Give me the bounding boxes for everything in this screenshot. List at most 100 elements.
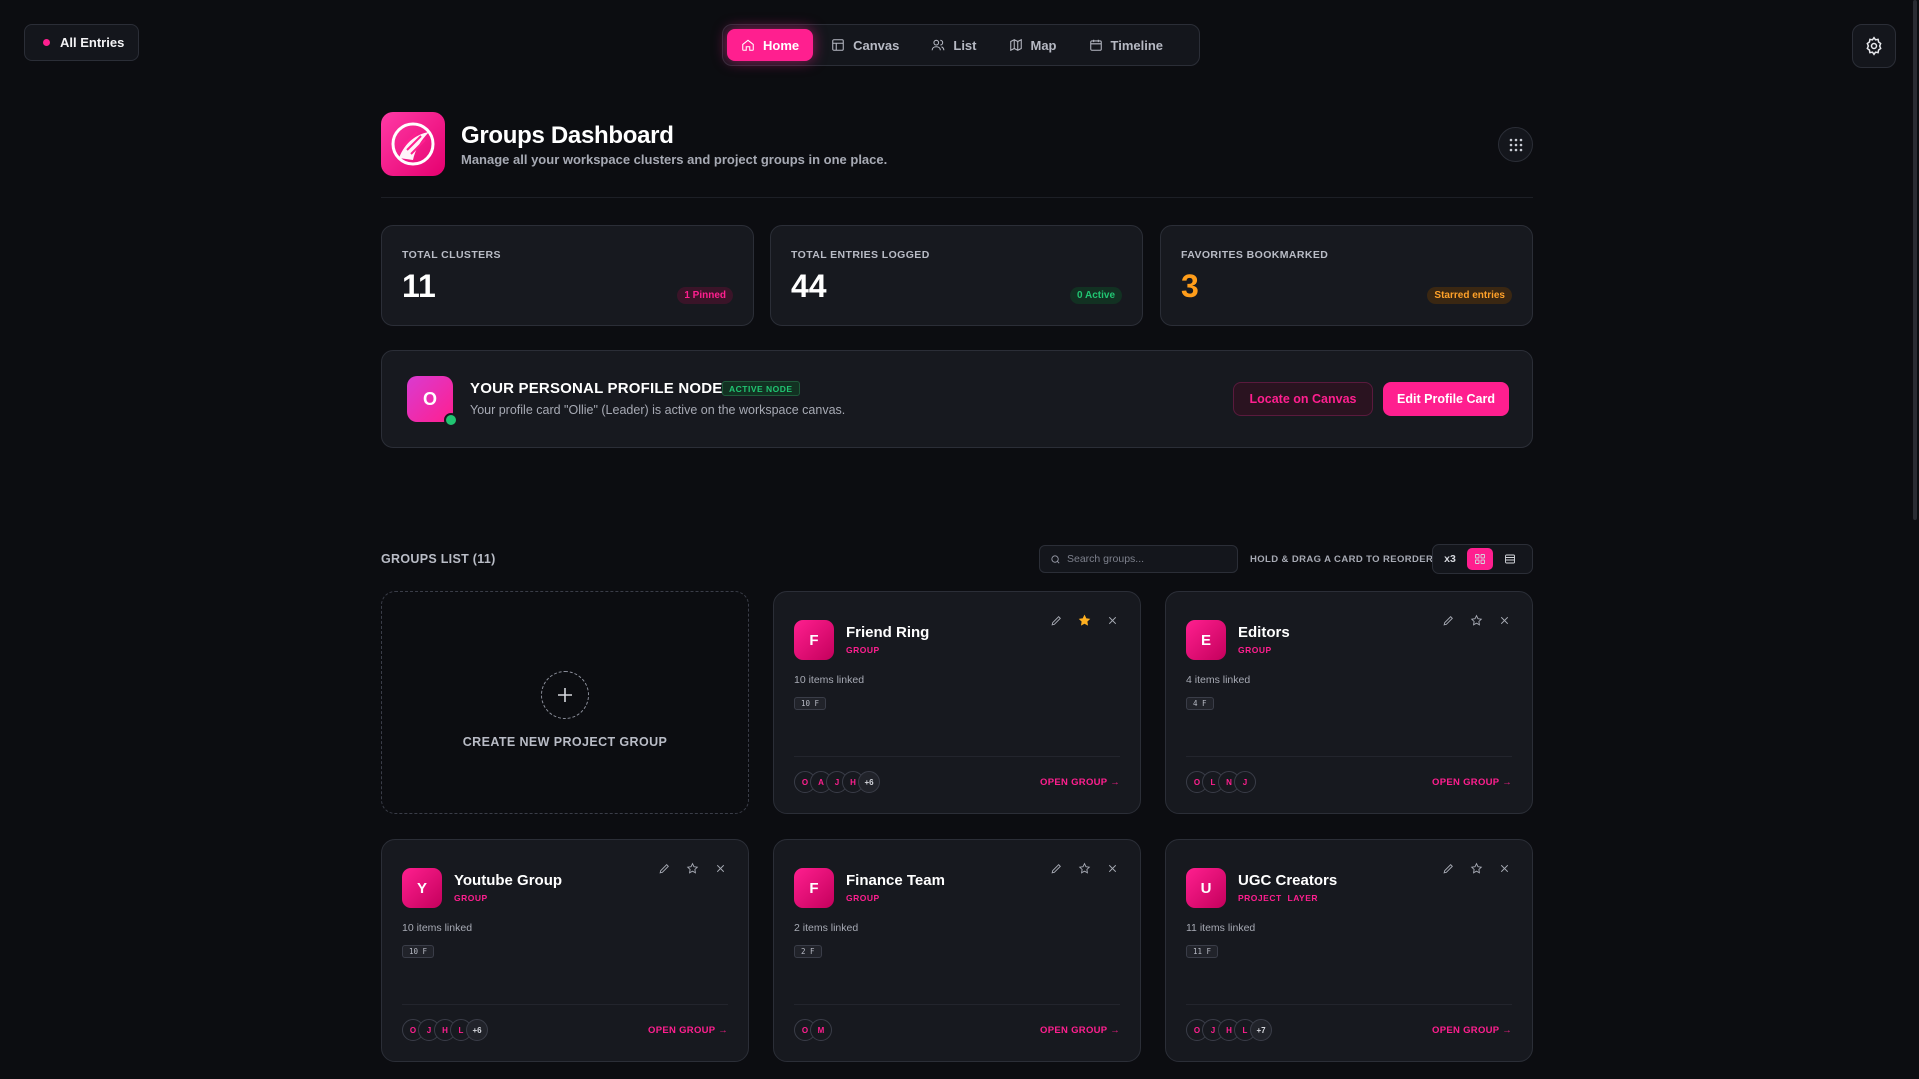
canvas-icon — [832, 39, 844, 51]
edit-button[interactable] — [1440, 860, 1456, 876]
settings-button[interactable] — [1852, 24, 1896, 68]
delete-button[interactable] — [1104, 612, 1120, 628]
group-name: Friend Ring — [846, 624, 930, 641]
card-actions — [1440, 860, 1512, 876]
group-card-finance-team[interactable]: F Finance Team GROUP 2 items linked 2 F … — [773, 839, 1141, 1062]
group-card-friend-ring[interactable]: F Friend Ring GROUP 10 items linked 10 F… — [773, 591, 1141, 814]
stat-badge: 0 Active — [1070, 287, 1122, 304]
open-group-link[interactable]: OPEN GROUP → — [1040, 777, 1120, 788]
tab-timeline-label: Timeline — [1110, 37, 1164, 53]
list-view-button[interactable] — [1497, 548, 1523, 570]
app-logo — [381, 112, 445, 176]
group-type: GROUP — [846, 645, 880, 655]
main-nav: Home Canvas List Map Timeline — [722, 24, 1200, 66]
grid-view-button[interactable] — [1467, 548, 1493, 570]
apps-grid-button[interactable] — [1498, 127, 1533, 162]
open-group-link[interactable]: OPEN GROUP → — [1040, 1025, 1120, 1036]
close-icon — [716, 864, 724, 872]
delete-button[interactable] — [1104, 860, 1120, 876]
tab-canvas[interactable]: Canvas — [817, 29, 913, 61]
favorite-button[interactable] — [1468, 612, 1484, 628]
member-avatars: O M — [794, 1019, 832, 1041]
open-group-link[interactable]: OPEN GROUP → — [648, 1025, 728, 1036]
edit-button[interactable] — [1048, 860, 1064, 876]
member-avatar-more: +7 — [1250, 1019, 1272, 1041]
delete-button[interactable] — [1496, 612, 1512, 628]
map-icon — [1009, 38, 1022, 52]
grid-icon — [1475, 554, 1485, 564]
calendar-icon — [1089, 39, 1102, 51]
logo-icon — [391, 122, 435, 166]
edit-button[interactable] — [1440, 612, 1456, 628]
tab-timeline[interactable]: Timeline — [1075, 29, 1178, 61]
group-card-editors[interactable]: E Editors GROUP 4 items linked 4 F O L N… — [1165, 591, 1533, 814]
card-actions — [1440, 612, 1512, 628]
users-icon — [932, 39, 945, 51]
locate-on-canvas-button[interactable]: Locate on Canvas — [1233, 382, 1373, 416]
all-entries-button[interactable]: All Entries — [24, 24, 139, 61]
page-header: Groups Dashboard Manage all your workspa… — [381, 112, 1533, 198]
stat-label: TOTAL CLUSTERS — [402, 249, 501, 261]
group-card-youtube-group[interactable]: Y Youtube Group GROUP 10 items linked 10… — [381, 839, 749, 1062]
active-node-badge: ACTIVE NODE — [722, 381, 800, 396]
stat-card-clusters: TOTAL CLUSTERS 11 1 Pinned — [381, 225, 754, 326]
edit-button[interactable] — [1048, 612, 1064, 628]
tab-home-label: Home — [763, 37, 800, 53]
close-icon — [1500, 616, 1508, 624]
member-avatar-more: +6 — [466, 1019, 488, 1041]
group-card-ugc-creators[interactable]: U UGC Creators PROJECT LAYER 11 items li… — [1165, 839, 1533, 1062]
member-avatars: O J H L +6 — [402, 1019, 488, 1041]
group-type: PROJECT LAYER — [1238, 893, 1319, 903]
star-icon — [1078, 862, 1090, 874]
item-tag: 4 F — [1186, 697, 1214, 710]
member-avatar: M — [810, 1019, 832, 1041]
create-group-card[interactable]: CREATE NEW PROJECT GROUP — [381, 591, 749, 814]
favorite-button[interactable] — [1076, 860, 1092, 876]
page-scrollbar[interactable] — [1913, 0, 1917, 520]
stat-label: TOTAL ENTRIES LOGGED — [791, 249, 930, 261]
page-title: Groups Dashboard — [461, 122, 674, 149]
create-group-label: CREATE NEW PROJECT GROUP — [462, 734, 668, 749]
favorite-button[interactable] — [1468, 860, 1484, 876]
favorite-button[interactable] — [1076, 612, 1092, 628]
star-icon — [686, 862, 698, 874]
open-group-link[interactable]: OPEN GROUP → — [1432, 777, 1512, 788]
items-linked: 2 items linked — [794, 922, 859, 934]
pencil-icon — [1443, 863, 1453, 873]
tab-map-label: Map — [1030, 37, 1057, 53]
tab-home[interactable]: Home — [727, 29, 814, 61]
pencil-icon — [659, 863, 669, 873]
open-group-link[interactable]: OPEN GROUP → — [1432, 1025, 1512, 1036]
member-avatars: O L N J — [1186, 771, 1256, 793]
edit-profile-card-button[interactable]: Edit Profile Card — [1383, 382, 1509, 416]
item-tag: 11 F — [1186, 945, 1219, 958]
all-entries-label: All Entries — [60, 35, 125, 50]
status-dot-icon — [43, 39, 50, 46]
search-groups — [1039, 545, 1238, 573]
tab-list[interactable]: List — [917, 29, 990, 61]
tab-map[interactable]: Map — [995, 29, 1071, 61]
pencil-icon — [1443, 615, 1453, 625]
star-icon — [1470, 614, 1482, 626]
divider — [1186, 1004, 1512, 1005]
tab-list-label: List — [953, 37, 977, 53]
items-linked: 4 items linked — [1186, 674, 1251, 686]
star-icon — [1470, 862, 1482, 874]
divider — [794, 756, 1120, 757]
edit-button[interactable] — [656, 860, 672, 876]
delete-button[interactable] — [1496, 860, 1512, 876]
search-input[interactable] — [1067, 553, 1227, 565]
columns-x3-button[interactable]: x3 — [1437, 548, 1463, 570]
profile-node-card: O YOUR PERSONAL PROFILE NODE ACTIVE NODE… — [381, 350, 1533, 448]
drag-hint: HOLD & DRAG A CARD TO REORDER — [1250, 554, 1434, 565]
favorite-button[interactable] — [684, 860, 700, 876]
group-name: UGC Creators — [1238, 872, 1338, 889]
gear-icon — [1866, 36, 1882, 56]
item-tag: 10 F — [794, 697, 827, 710]
online-status-icon — [444, 413, 458, 427]
items-linked: 10 items linked — [402, 922, 473, 934]
group-type: GROUP — [846, 893, 880, 903]
divider — [402, 1004, 728, 1005]
groups-list-title: GROUPS LIST (11) — [381, 552, 496, 566]
delete-button[interactable] — [712, 860, 728, 876]
